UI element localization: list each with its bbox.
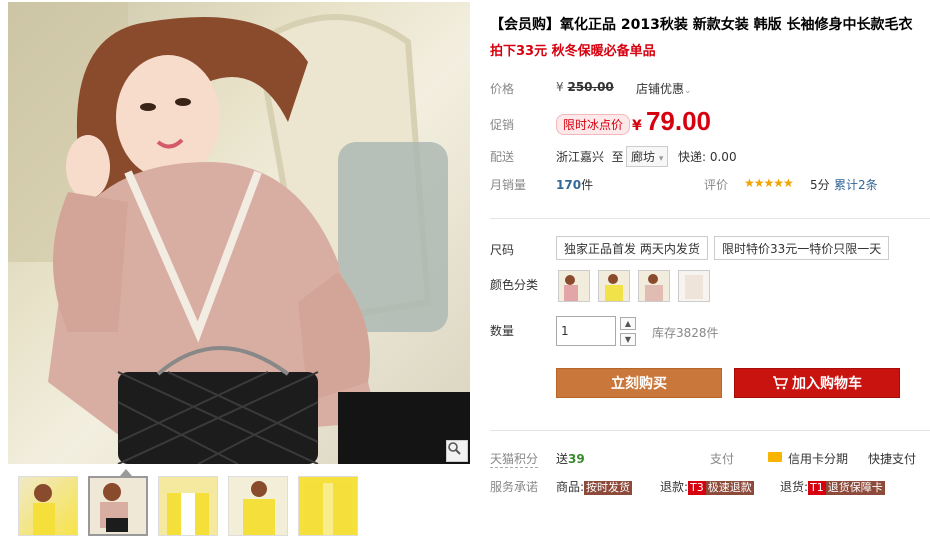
size-label: 尺码 (490, 243, 515, 257)
color-option-2[interactable] (598, 270, 630, 302)
main-product-photo[interactable] (8, 2, 470, 464)
monthly-sales-count: 170 (556, 178, 582, 192)
cart-icon (773, 376, 789, 390)
monthly-sales-label: 月销量 (490, 178, 527, 192)
points-value: 39 (568, 452, 585, 466)
ship-from: 浙江嘉兴 至 (556, 148, 624, 165)
thumbnail-3[interactable] (158, 476, 218, 536)
service-return-prefix: 退货: (780, 480, 809, 494)
tmall-points: 送39 (556, 450, 585, 467)
add-to-cart-button[interactable]: 加入购物车 (734, 368, 900, 398)
quantity-increase-button[interactable]: ▲ (620, 317, 636, 330)
store-discount-dropdown[interactable]: 店铺优惠⌄ (636, 80, 692, 97)
current-price-value: 79.00 (645, 106, 712, 136)
chevron-down-icon: ⌄ (684, 86, 692, 96)
chevron-down-icon: ▾ (658, 154, 664, 164)
on-time-delivery-badge[interactable]: 按时发货 (584, 481, 633, 495)
price-label: 价格 (490, 82, 515, 96)
product-subtitle: 拍下33元 秋冬保暖必备单品 (490, 44, 656, 59)
t3-badge: T3 (688, 481, 706, 495)
quantity-label: 数量 (490, 324, 515, 338)
thumbnail-5[interactable] (298, 476, 358, 536)
monthly-sales: 170件 (556, 176, 593, 193)
size-option-2[interactable]: 限时特价33元一特价只限一天 (714, 236, 890, 260)
points-prefix: 送 (556, 452, 569, 466)
buy-now-button[interactable]: 立刻购买 (556, 368, 722, 398)
stock-count: 库存3828件 (652, 326, 719, 340)
color-option-3[interactable] (638, 270, 670, 302)
thumbnail-2[interactable] (88, 476, 148, 536)
tmall-points-label[interactable]: 天猫积分 (490, 450, 539, 468)
service-goods-prefix: 商品: (556, 480, 585, 494)
color-label: 颜色分类 (490, 278, 539, 292)
original-price: ¥ 250.00 (556, 80, 614, 94)
ship-to-dropdown[interactable]: 廊坊 ▾ (626, 146, 669, 167)
size-option-1[interactable]: 独家正品首发 两天内发货 (556, 236, 708, 260)
service-refund: 退款: T3 极速退款 (660, 478, 754, 495)
rating-label: 评价 (704, 178, 729, 192)
add-to-cart-label: 加入购物车 (792, 376, 862, 392)
color-option-1[interactable] (558, 270, 590, 302)
rating-score: 5分 (810, 178, 830, 192)
original-price-value: 250.00 (567, 80, 614, 94)
fast-refund-badge[interactable]: 极速退款 (705, 481, 754, 495)
divider (490, 218, 930, 219)
review-count-link[interactable]: 累计2条 (834, 176, 878, 193)
t1-badge: T1 (808, 481, 826, 495)
current-currency: ¥ (632, 118, 642, 134)
active-thumb-indicator (120, 469, 132, 476)
product-info-panel: 【会员购】氧化正品 2013秋装 新款女装 韩版 长袖修身中长款毛衣 拍下33元… (490, 0, 930, 550)
thumbnail-4[interactable] (228, 476, 288, 536)
service-label: 服务承诺 (490, 480, 539, 494)
quantity-decrease-button[interactable]: ▼ (620, 333, 636, 346)
service-goods: 商品: 按时发货 (556, 478, 633, 495)
rating-stars-icon: ★★★★★ (744, 176, 794, 190)
product-title: 【会员购】氧化正品 2013秋装 新款女装 韩版 长袖修身中长款毛衣 (490, 17, 913, 33)
ship-from-city: 浙江嘉兴 (556, 150, 605, 164)
ship-to-city: 廊坊 (631, 150, 656, 164)
payment-label: 支付 (710, 452, 735, 466)
service-return: 退货: T1 退货保障卡 (780, 478, 885, 495)
shipping-label: 配送 (490, 150, 515, 164)
thumbnail-1[interactable] (18, 476, 78, 536)
quantity-input[interactable] (556, 316, 616, 346)
ship-to-word: 至 (611, 150, 624, 164)
installment-link[interactable]: 信用卡分期 (788, 450, 848, 467)
current-price: ¥ 79.00 (632, 106, 711, 137)
quickpay-link[interactable]: 快捷支付 (868, 450, 916, 467)
service-refund-prefix: 退款: (660, 480, 689, 494)
store-discount-label: 店铺优惠 (636, 82, 685, 96)
promo-tag: 限时冰点价 (556, 114, 631, 135)
divider (490, 430, 930, 431)
color-option-4[interactable] (678, 270, 710, 302)
shipping-fee: 快递: 0.00 (678, 150, 737, 164)
promo-label: 促销 (490, 118, 515, 132)
thumbnail-strip (12, 469, 472, 542)
return-guarantee-badge[interactable]: 退货保障卡 (825, 481, 885, 495)
credit-card-icon (768, 452, 782, 462)
monthly-sales-unit: 件 (581, 178, 594, 192)
zoom-icon[interactable] (446, 440, 468, 462)
product-photo-illustration (8, 2, 470, 464)
original-currency: ¥ (556, 80, 564, 94)
